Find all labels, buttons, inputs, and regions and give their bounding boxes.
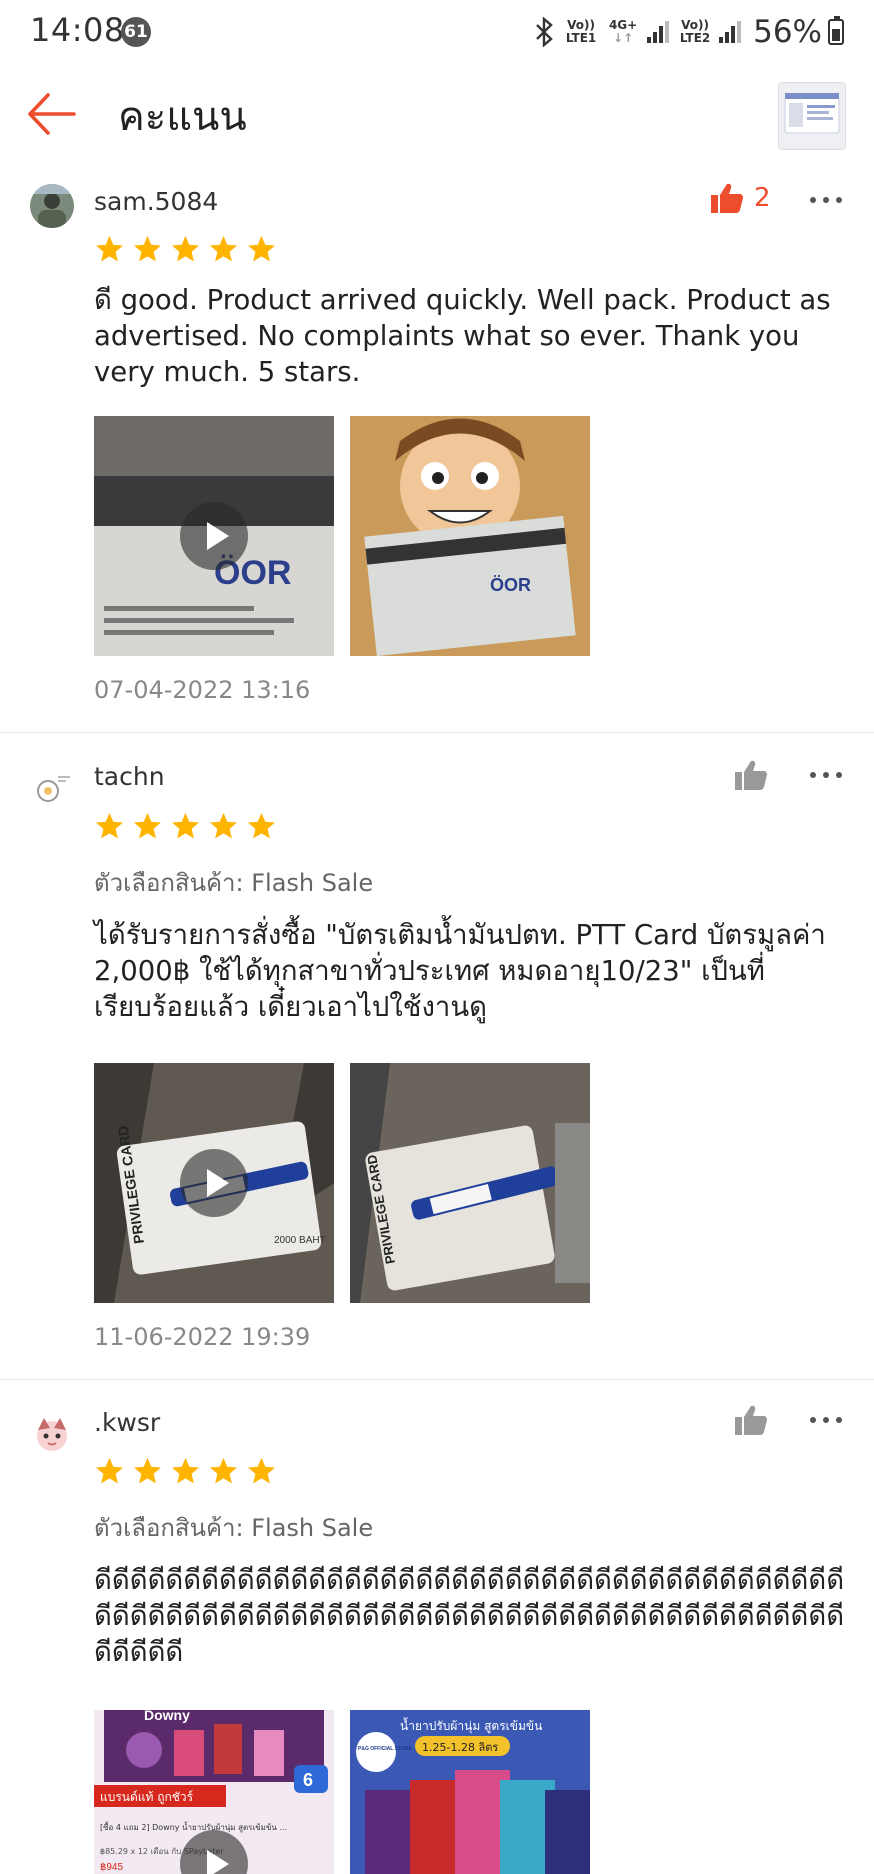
star-rating: [94, 234, 277, 264]
star-icon: [248, 235, 275, 262]
media-price: ฿945: [100, 1862, 123, 1873]
sim1-indicator: Vo)) LTE1: [563, 19, 599, 45]
star-icon: [134, 1457, 161, 1484]
like-button[interactable]: [734, 1404, 778, 1436]
app-header: คะแนน: [0, 70, 874, 160]
like-button[interactable]: 2: [710, 182, 771, 214]
svg-text:2000 BAHT: 2000 BAHT: [274, 1235, 326, 1246]
svg-text:ÖOR: ÖOR: [490, 575, 531, 595]
sim2-lte-label: LTE2: [679, 31, 711, 45]
review-text: ดี good. Product arrived quickly. Well p…: [94, 284, 831, 388]
avatar[interactable]: [30, 184, 74, 228]
review-text: ได้รับรายการสั่งซื้อ "บัตรเติมน้ำมันปตท.…: [94, 919, 826, 1023]
thumbs-up-icon: [735, 760, 767, 790]
review-photo[interactable]: ÖOR: [350, 416, 590, 656]
more-dots-icon: [810, 197, 842, 203]
notification-count-badge: 61: [121, 17, 151, 47]
star-icon: [172, 1457, 199, 1484]
media-brand: Downy: [144, 1710, 190, 1723]
media-badge: แบรนด์แท้ ถูกชัวร์: [100, 1790, 194, 1805]
review-username: sam.5084: [94, 187, 219, 216]
star-icon: [96, 1457, 123, 1484]
status-icons: Vo)) LTE1 4G+ ↓↑ Vo)) LTE2 56%: [531, 10, 844, 54]
back-button[interactable]: [22, 88, 82, 140]
product-thumbnail[interactable]: [778, 82, 846, 150]
signal-bars-icon: [647, 19, 671, 45]
more-dots-icon: [810, 1417, 842, 1423]
arrow-left-icon: [28, 93, 76, 135]
star-icon: [210, 1457, 237, 1484]
star-icon: [134, 812, 161, 839]
review-date: 07-04-2022 13:16: [94, 676, 311, 704]
review-video[interactable]: PRIVILEGE CARD 2000 BAHT: [94, 1063, 334, 1303]
media-size: 1.25-1.28 ลิตร: [422, 1741, 498, 1754]
star-rating: [94, 1456, 277, 1486]
play-icon: [180, 502, 248, 570]
avatar[interactable]: [30, 767, 74, 811]
sim1-lte-label: LTE1: [565, 31, 597, 45]
star-icon: [210, 235, 237, 262]
thumbs-up-icon: [711, 183, 743, 213]
media-pack-count: 6: [303, 1770, 313, 1790]
review-video[interactable]: ÖOR: [94, 416, 334, 656]
product-variant: ตัวเลือกสินค้า: Flash Sale: [94, 1514, 374, 1542]
star-icon: [172, 235, 199, 262]
star-icon: [134, 235, 161, 262]
star-icon: [248, 812, 275, 839]
like-count: 2: [754, 183, 771, 213]
review-username: tachn: [94, 762, 165, 791]
review-photo[interactable]: PRIVILEGE CARD: [350, 1063, 590, 1303]
more-options-button[interactable]: [808, 190, 844, 220]
play-icon: [180, 1149, 248, 1217]
battery-icon: [828, 16, 844, 45]
star-icon: [96, 812, 123, 839]
signal-bars-2-icon: [719, 19, 743, 45]
star-icon: [96, 235, 123, 262]
sim2-indicator: Vo)) LTE2: [677, 19, 713, 45]
status-time: 14:08: [30, 11, 125, 49]
page-title: คะแนน: [118, 94, 247, 140]
review-video[interactable]: Downy 6 แบรนด์แท้ ถูกชัวร์ [ซื้อ 4 แถม 2…: [94, 1710, 334, 1874]
review-item: .kwsr ตัวเลือกสินค้า: Flash Sale ดีดีดีด…: [0, 1380, 874, 1874]
review-item: tachn ตัวเลือกสินค้า: Flash Sale ได้รับร…: [0, 733, 874, 1380]
star-rating: [94, 811, 277, 841]
like-button[interactable]: [734, 759, 778, 791]
review-item: sam.5084 2 ดี good. Product arrived quic…: [0, 160, 874, 733]
star-icon: [172, 812, 199, 839]
review-photo[interactable]: น้ำยาปรับผ้านุ่ม สูตรเข้มข้น 1.25-1.28 ล…: [350, 1710, 590, 1874]
more-options-button[interactable]: [808, 1410, 844, 1440]
thumbs-up-icon: [735, 1405, 767, 1435]
star-icon: [248, 1457, 275, 1484]
review-date: 11-06-2022 19:39: [94, 1323, 311, 1351]
avatar[interactable]: [30, 1412, 74, 1456]
network-type-indicator: 4G+ ↓↑: [605, 19, 641, 45]
review-text: ดีดีดีดีดีดีดีดีดีดีดีดีดีดีดีดีดีดีดีดี…: [94, 1564, 845, 1668]
more-dots-icon: [810, 772, 842, 778]
battery-percent: 56%: [753, 14, 822, 50]
more-options-button[interactable]: [808, 765, 844, 795]
status-bar: 14:08 61 Vo)) LTE1 4G+ ↓↑ Vo)) LTE2 56%: [0, 0, 874, 64]
star-icon: [210, 812, 237, 839]
review-username: .kwsr: [94, 1408, 161, 1437]
media-banner: น้ำยาปรับผ้านุ่ม สูตรเข้มข้น: [400, 1717, 542, 1734]
media-deal: [ซื้อ 4 แถม 2] Downy น้ำยาปรับผ้านุ่ม สู…: [100, 1821, 287, 1833]
media-store: P&G OFFICIAL STORE: [358, 1746, 412, 1752]
product-variant: ตัวเลือกสินค้า: Flash Sale: [94, 869, 374, 897]
bluetooth-icon: [536, 17, 553, 47]
